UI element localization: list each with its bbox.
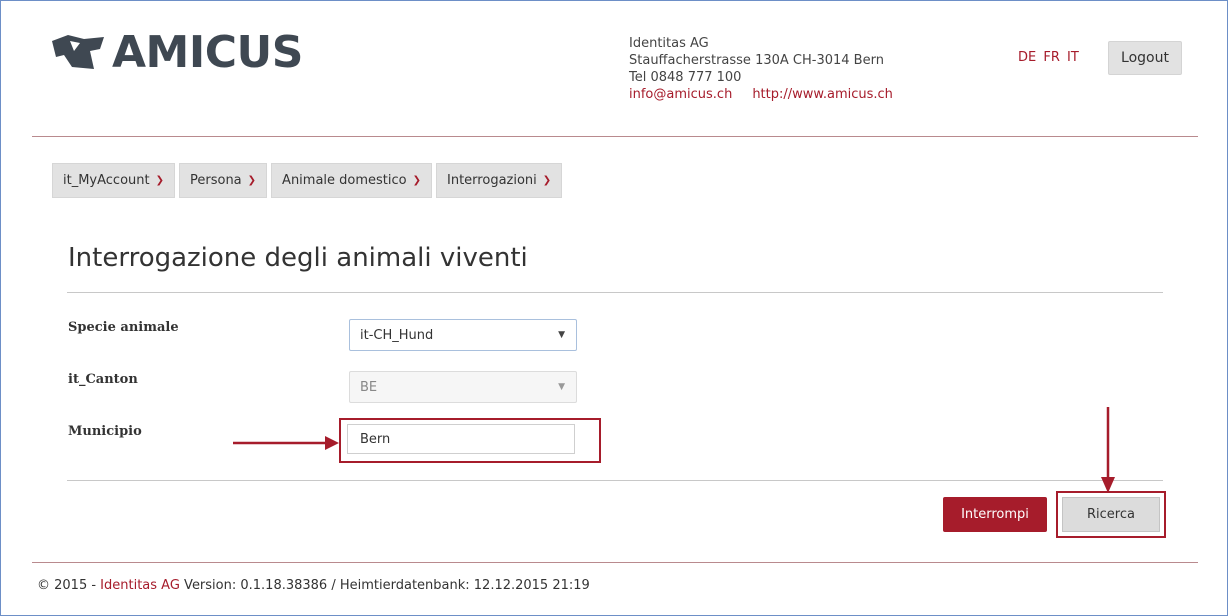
page-title: Interrogazione degli animali viventi [68, 243, 528, 273]
logout-button[interactable]: Logout [1108, 41, 1182, 75]
chevron-down-icon: ❯ [247, 175, 257, 186]
caret-down-icon: ▼ [558, 382, 565, 392]
chevron-down-icon: ❯ [155, 175, 164, 186]
chevron-down-icon: ❯ [542, 175, 552, 186]
canton-select[interactable]: BE ▼ [349, 371, 577, 403]
footer-version: Version: 0.1.18.38386 / Heimtierdatenban… [179, 578, 590, 593]
header-divider [32, 136, 1198, 137]
company-phone: Tel 0848 777 100 [629, 70, 742, 85]
arrow-icon [1101, 407, 1115, 493]
caret-down-icon: ▼ [558, 330, 565, 340]
email-link[interactable]: info@amicus.ch [629, 87, 732, 102]
company-name: Identitas AG [629, 36, 709, 51]
brand-name: AMICUS [112, 27, 303, 78]
search-button[interactable]: Ricerca [1062, 497, 1160, 532]
footer: © 2015 - Identitas AG Version: 0.1.18.38… [37, 578, 590, 593]
lang-de-link[interactable]: DE [1018, 50, 1036, 65]
lang-fr-link[interactable]: FR [1043, 50, 1060, 65]
species-value: it-CH_Hund [360, 327, 434, 343]
species-label: Specie animale [68, 320, 179, 335]
amicus-logo[interactable]: AMICUS [50, 28, 303, 78]
municipality-value: Bern [360, 431, 391, 447]
nav-item-animale-domestico[interactable]: Animale domestico ❯ [271, 163, 433, 198]
canton-label: it_Canton [68, 372, 138, 387]
arrow-icon [233, 436, 339, 450]
canton-value: BE [360, 379, 378, 395]
nav-item-label: it_MyAccount [63, 173, 150, 188]
main-nav: it_MyAccount ❯ Persona ❯ Animale domesti… [52, 163, 563, 198]
website-link[interactable]: http://www.amicus.ch [752, 87, 893, 102]
language-switcher: DE FR IT [1018, 50, 1082, 65]
nav-item-label: Persona [190, 173, 242, 188]
nav-item-interrogazioni[interactable]: Interrogazioni ❯ [436, 163, 563, 198]
title-divider [67, 292, 1163, 293]
footer-divider [32, 562, 1198, 563]
footer-company-link[interactable]: Identitas AG [100, 578, 180, 593]
nav-item-persona[interactable]: Persona ❯ [179, 163, 268, 198]
nav-item-myaccount[interactable]: it_MyAccount ❯ [52, 163, 175, 198]
cancel-button[interactable]: Interrompi [943, 497, 1047, 532]
company-info: Identitas AG Stauffacherstrasse 130A CH-… [629, 35, 893, 103]
dog-head-logo-icon [52, 35, 104, 69]
chevron-down-icon: ❯ [412, 175, 422, 186]
species-select[interactable]: it-CH_Hund ▼ [349, 319, 577, 351]
municipality-label: Municipio [68, 424, 142, 439]
nav-item-label: Animale domestico [282, 173, 407, 188]
company-address: Stauffacherstrasse 130A CH-3014 Bern [629, 53, 884, 68]
footer-copyright: © 2015 - [37, 578, 101, 593]
municipality-input[interactable]: Bern [347, 424, 575, 454]
lang-it-link[interactable]: IT [1067, 50, 1079, 65]
nav-item-label: Interrogazioni [447, 173, 537, 188]
form-divider [67, 480, 1163, 481]
